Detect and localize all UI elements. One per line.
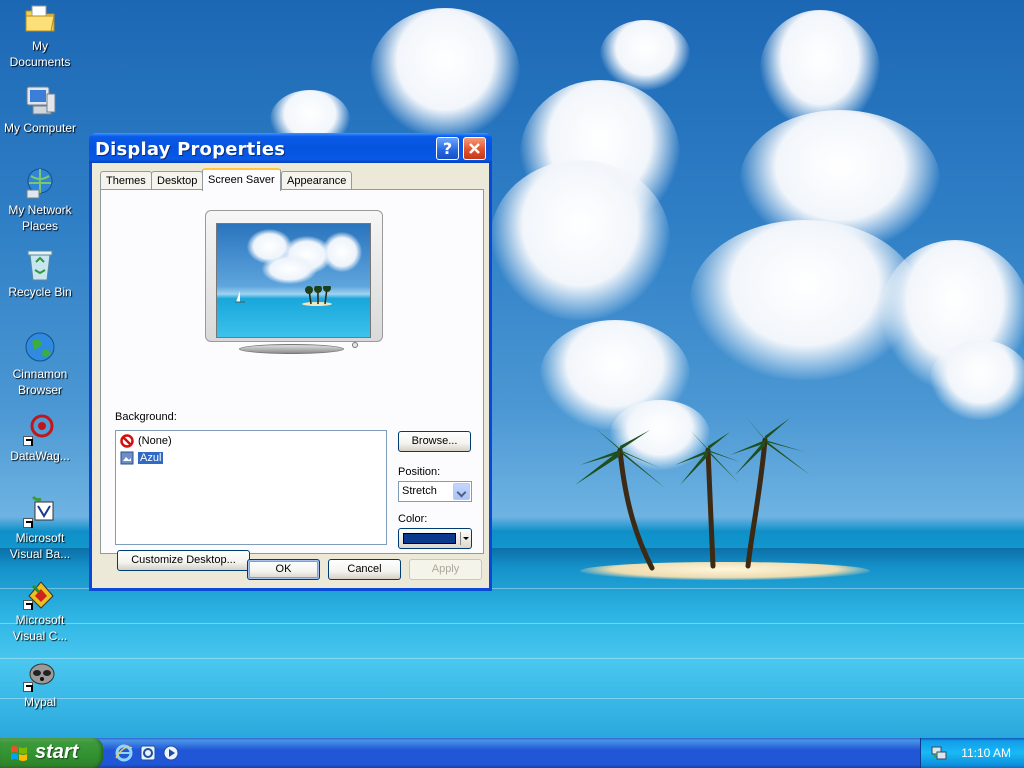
monitor-stand (239, 344, 344, 354)
start-label: start (35, 741, 79, 763)
close-icon (469, 143, 480, 154)
shortcut-arrow-icon (23, 518, 33, 528)
list-item-label: (None) (138, 435, 172, 447)
list-item-selected[interactable]: Azul (120, 450, 164, 466)
position-label: Position: (398, 466, 441, 478)
tab-appearance[interactable]: Appearance (281, 171, 353, 190)
globe-icon (23, 330, 57, 364)
wallpaper-cloud (930, 340, 1024, 420)
shortcut-arrow-icon (23, 600, 33, 610)
list-item-label: Azul (138, 452, 164, 464)
desktop-icon-label: DataWag... (10, 449, 70, 463)
network-places-icon (23, 166, 57, 200)
internet-explorer-icon[interactable] (115, 744, 133, 762)
network-tray-icon[interactable] (931, 745, 947, 761)
clock[interactable]: 11:10 AM (961, 746, 1011, 760)
desktop-icon-label: My Network Places (8, 203, 72, 233)
desktop-icon-microsoft-visual-c[interactable]: Microsoft Visual C... (1, 576, 79, 644)
recycle-bin-icon (23, 248, 57, 282)
background-list[interactable]: (None) Azul (115, 430, 387, 545)
wallpaper-cloud (490, 160, 670, 320)
desktop-icon-label: Recycle Bin (8, 285, 72, 299)
windows-logo-icon (11, 746, 27, 761)
desktop-icon-label: My Computer (3, 121, 77, 135)
start-button[interactable]: start (0, 738, 103, 768)
position-value: Stretch (402, 485, 437, 497)
tab-themes[interactable]: Themes (100, 171, 152, 190)
desktop-icon-my-network-places[interactable]: My Network Places (1, 166, 79, 234)
desktop-icon-mypal[interactable]: Mypal (1, 658, 79, 710)
system-tray: 11:10 AM (920, 738, 1024, 768)
background-label: Background: (115, 411, 177, 423)
help-button[interactable]: ? (436, 137, 459, 160)
browse-button[interactable]: Browse... (398, 431, 471, 452)
title-bar[interactable]: Display Properties ? (89, 133, 492, 163)
preview-screen (216, 223, 371, 338)
cancel-button[interactable]: Cancel (328, 559, 401, 580)
desktop-icon-cinnamon-browser[interactable]: Cinnamon Browser (1, 330, 79, 398)
media-player-icon[interactable] (162, 744, 180, 762)
power-led-icon (352, 342, 358, 348)
raccoon-icon (23, 658, 57, 692)
color-label: Color: (398, 513, 428, 525)
dropdown-arrow-icon (460, 532, 469, 545)
tab-panel: Background: (None) Azul Browse... Positi… (100, 189, 484, 571)
shortcut-arrow-icon (23, 682, 33, 692)
desktop-icon-recycle-bin[interactable]: Recycle Bin (1, 248, 79, 300)
apply-button[interactable]: Apply (409, 559, 482, 580)
visual-basic-icon (23, 494, 57, 528)
close-button[interactable] (463, 137, 486, 160)
list-item[interactable]: (None) (120, 433, 172, 449)
wallpaper-cloud (600, 20, 690, 90)
taskbar: start 11:10 AM (0, 738, 1024, 768)
customize-desktop-button[interactable]: Customize Desktop... (117, 550, 250, 571)
position-select[interactable]: Stretch (398, 481, 472, 502)
image-file-icon (120, 451, 134, 465)
color-swatch (403, 533, 456, 544)
color-picker-button[interactable] (398, 528, 472, 549)
monitor-preview (205, 210, 383, 348)
window-title: Display Properties (95, 139, 286, 160)
desktop-icon-label: Cinnamon Browser (12, 367, 68, 397)
computer-icon (23, 84, 57, 118)
tab-screen-saver[interactable]: Screen Saver (202, 168, 281, 191)
shortcut-arrow-icon (23, 436, 33, 446)
datawag-icon (23, 412, 57, 446)
wallpaper-cloud (370, 8, 520, 138)
outlook-express-icon[interactable] (139, 744, 157, 762)
desktop-icon-label: Microsoft Visual Ba... (9, 531, 71, 561)
folder-documents-icon (23, 2, 57, 36)
palm-trees (575, 416, 810, 571)
display-properties-window: Display Properties ? Themes Desktop Scre… (89, 133, 492, 591)
desktop-icon-label: Microsoft Visual C... (12, 613, 68, 643)
desktop-icon-datawag[interactable]: DataWag... (1, 412, 79, 464)
desktop-icon-my-computer[interactable]: My Computer (1, 84, 79, 136)
dialog-client-area: Themes Desktop Screen Saver Appearance B… (92, 163, 489, 588)
no-symbol-icon (120, 434, 134, 448)
tab-desktop[interactable]: Desktop (151, 171, 204, 190)
desktop-icon-microsoft-visual-basic[interactable]: Microsoft Visual Ba... (1, 494, 79, 562)
chevron-down-icon[interactable] (453, 483, 470, 500)
desktop-icon-label: Mypal (23, 695, 56, 709)
desktop-icon-my-documents[interactable]: My Documents (1, 2, 79, 70)
visual-c-icon (23, 576, 57, 610)
ok-button[interactable]: OK (247, 559, 320, 580)
desktop-icon-label: My Documents (9, 39, 71, 69)
